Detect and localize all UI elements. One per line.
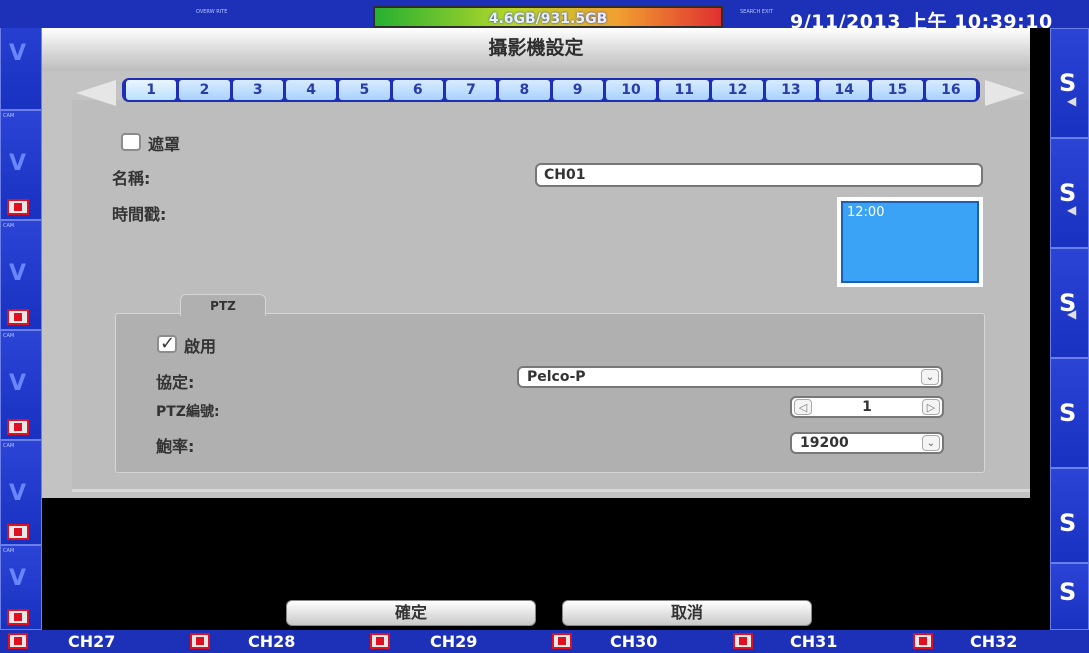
- channel-label: CH27: [68, 632, 116, 651]
- tab-channel[interactable]: 12: [712, 80, 763, 100]
- record-icon: [913, 633, 933, 649]
- camera-watermark: V: [9, 41, 27, 66]
- chevron-down-icon: ⌄: [922, 435, 940, 451]
- increment-icon[interactable]: ▷: [922, 399, 940, 415]
- prev-channel-arrow-icon[interactable]: [76, 80, 116, 106]
- ptz-id-stepper[interactable]: ◁ 1 ▷: [790, 396, 944, 418]
- timestamp-label: 時間戳:: [112, 205, 167, 224]
- camera-cell: CAM V: [0, 330, 42, 440]
- top-status-bar: OVERW RITE 4.6GB/931.5GB SEARCH EXIT 9/1…: [0, 0, 1089, 33]
- record-icon: [7, 419, 29, 435]
- tab-channel[interactable]: 9: [552, 80, 603, 100]
- protocol-label: 協定:: [156, 373, 195, 392]
- name-input[interactable]: CH01: [535, 163, 983, 187]
- next-channel-arrow-icon[interactable]: [985, 80, 1025, 106]
- record-icon: [370, 633, 390, 649]
- cover-checkbox[interactable]: [121, 133, 141, 151]
- camera-cell: CAM V: [0, 110, 42, 220]
- camera-watermark: V: [9, 566, 27, 591]
- ptz-enable-label: 啟用: [184, 337, 217, 356]
- chevron-down-icon: ⌄: [921, 369, 939, 385]
- channel-label: CH29: [430, 632, 478, 651]
- record-icon: [552, 633, 572, 649]
- tab-channel[interactable]: 7: [445, 80, 497, 100]
- tab-channel[interactable]: 10: [605, 80, 657, 100]
- channel-label: CH30: [610, 632, 658, 651]
- camera-watermark: S: [1059, 509, 1077, 537]
- ptz-id-label: PTZ編號:: [156, 404, 220, 420]
- search-tag: SEARCH EXIT: [740, 9, 773, 15]
- channel-tabs: 1 2 3 4 5 6 7 8 9 10 11 12 13 14 15 16: [122, 78, 980, 102]
- camera-watermark: S: [1059, 399, 1077, 427]
- cover-label: 遮罩: [148, 135, 181, 154]
- record-icon: [7, 199, 29, 215]
- dvr-screen: V CAM V CAM V CAM V CAM V CAM V S ◀ S ◀ S ◀ S S …: [0, 0, 1089, 653]
- ptz-enable-checkbox[interactable]: [157, 333, 177, 354]
- camera-cell: S ◀: [1050, 138, 1089, 248]
- tab-channel[interactable]: 5: [339, 80, 390, 100]
- camera-cell: CAM V: [0, 440, 42, 545]
- tab-channel[interactable]: 11: [659, 80, 710, 100]
- camera-tag: CAM: [3, 223, 15, 229]
- channel-bar: CH27 CH28 CH29 CH30 CH31 CH32: [0, 630, 1089, 653]
- storage-meter: 4.6GB/931.5GB: [373, 6, 723, 28]
- protocol-value: Pelco-P: [527, 369, 586, 385]
- camera-watermark: S: [1059, 69, 1077, 97]
- camera-tag: CAM: [3, 333, 15, 339]
- camera-watermark: V: [9, 151, 27, 176]
- camera-watermark: S: [1059, 578, 1077, 606]
- ptz-group-label: PTZ: [180, 294, 266, 316]
- speaker-icon: ◀: [1067, 94, 1077, 108]
- ok-button[interactable]: 確定: [286, 600, 536, 626]
- camera-tag: CAM: [3, 548, 15, 554]
- storage-text: 4.6GB/931.5GB: [488, 11, 608, 27]
- tab-channel[interactable]: 15: [872, 80, 923, 100]
- tab-channel[interactable]: 2: [179, 80, 230, 100]
- record-icon: [7, 524, 29, 540]
- camera-tag: CAM: [3, 113, 15, 119]
- record-icon: [7, 309, 29, 325]
- camera-cell: S ◀: [1050, 28, 1089, 138]
- camera-cell: S: [1050, 468, 1089, 563]
- tab-channel[interactable]: 4: [285, 80, 337, 100]
- channel-label: CH32: [970, 632, 1018, 651]
- camera-cell: CAM V: [0, 220, 42, 330]
- camera-cell: S ◀: [1050, 248, 1089, 358]
- record-icon: [733, 633, 753, 649]
- camera-watermark: V: [9, 261, 27, 286]
- tab-channel[interactable]: 13: [765, 80, 817, 100]
- timestamp-preview[interactable]: 12:00: [837, 197, 983, 287]
- tab-channel[interactable]: 16: [925, 80, 976, 100]
- speaker-icon: ◀: [1067, 307, 1077, 321]
- camera-watermark: V: [9, 481, 27, 506]
- name-label: 名稱:: [112, 169, 151, 188]
- tab-channel[interactable]: 1: [126, 80, 177, 100]
- protocol-select[interactable]: Pelco-P ⌄: [517, 366, 943, 388]
- baud-value: 19200: [800, 435, 849, 451]
- record-icon: [7, 609, 29, 625]
- tab-channel[interactable]: 8: [499, 80, 550, 100]
- camera-cell: S: [1050, 563, 1089, 630]
- baud-select[interactable]: 19200 ⌄: [790, 432, 944, 454]
- baud-label: 鮑率:: [156, 437, 195, 456]
- camera-cell: S: [1050, 358, 1089, 468]
- speaker-icon: ◀: [1067, 203, 1077, 217]
- tab-channel[interactable]: 6: [392, 80, 443, 100]
- tab-channel[interactable]: 3: [232, 80, 283, 100]
- timestamp-preview-text: 12:00: [841, 201, 979, 283]
- camera-watermark: V: [9, 371, 27, 396]
- camera-cell: CAM V: [0, 545, 42, 630]
- dialog-titlebar: 攝影機設定: [42, 28, 1030, 71]
- cancel-button[interactable]: 取消: [562, 600, 812, 626]
- camera-tag: CAM: [3, 443, 15, 449]
- record-icon: [8, 633, 28, 649]
- tab-channel[interactable]: 14: [819, 80, 870, 100]
- ptz-id-value: 1: [862, 399, 872, 415]
- overwrite-tag: OVERW RITE: [196, 9, 228, 15]
- channel-label: CH28: [248, 632, 296, 651]
- record-icon: [190, 633, 210, 649]
- channel-label: CH31: [790, 632, 838, 651]
- dialog-title: 攝影機設定: [488, 37, 584, 59]
